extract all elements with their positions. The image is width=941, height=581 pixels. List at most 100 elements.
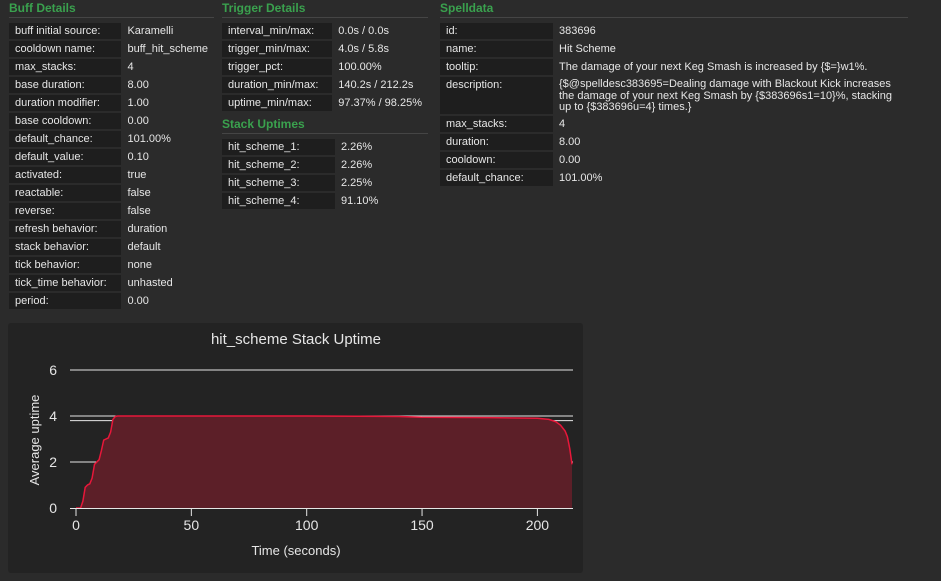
kv-key: reactable: [9,185,122,201]
kv-key: reverse: [9,203,122,219]
x-tick-label: 50 [184,517,200,533]
kv-row: refresh behavior: duration [9,221,214,237]
kv-row: default_chance: 101.00% [9,131,214,147]
kv-value: 4.0s / 5.8s [338,43,389,55]
section-title: Stack Uptimes [222,116,428,134]
kv-row: duration modifier: 1.00 [9,95,214,111]
kv-key: refresh behavior: [9,221,122,237]
kv-row: trigger_min/max: 4.0s / 5.8s [222,41,428,57]
kv-value: 4 [127,61,134,73]
kv-row: cooldown: 0.00 [440,151,903,168]
kv-key: trigger_pct: [222,59,333,75]
kv-value: 0.00 [127,295,149,307]
kv-row: base cooldown: 0.00 [9,113,214,129]
stack-uptimes-section: Stack Uptimes hit_scheme_1: 2.26% hit_sche… [222,116,428,211]
kv-row: hit_scheme_2: 2.26% [222,157,384,173]
kv-value: 140.2s / 212.2s [338,79,414,91]
kv-value: 100.00% [338,61,382,73]
kv-key: hit_scheme_3: [222,175,335,191]
kv-key: name: [440,41,553,57]
y-tick-label: 4 [49,408,57,424]
kv-value: Karamelli [127,25,174,37]
stack-uptime-chart-panel: hit_scheme Stack Uptime 0 2 4 6 0 50 100 150 200… [8,323,583,573]
kv-value: 0.0s / 0.0s [338,25,389,37]
kv-key: description: [440,77,553,114]
stack-uptime-chart: hit_scheme Stack Uptime 0 2 4 6 0 50 100 150 200… [27,331,573,558]
kv-row: cooldown name: buff_hit_scheme [9,41,214,57]
kv-value: 4 [559,117,566,130]
kv-row: default_chance: 101.00% [440,169,903,186]
kv-key: interval_min/max: [222,23,333,39]
kv-value: 2.26% [341,159,373,171]
stack-uptimes-table: hit_scheme_1: 2.26% hit_scheme_2: 2.26% hit_… [222,137,384,211]
kv-key: buff initial source: [9,23,122,39]
kv-key: duration: [440,133,553,150]
kv-key: base duration: [9,77,122,93]
kv-row: reactable: false [9,185,214,201]
kv-row: max_stacks: 4 [9,59,214,75]
kv-value: default [127,241,161,253]
kv-value: Hit Scheme [559,43,616,55]
kv-row: duration: 8.00 [440,133,903,150]
kv-value: {$@spelldesc383695=Dealing damage with B… [559,78,892,113]
buff-details-section: Buff Details buff initial source: Karamel… [9,0,214,311]
x-tick-label: 100 [295,517,319,533]
kv-value: 2.25% [341,177,373,189]
kv-value: buff_hit_scheme [127,43,208,55]
trigger-details-section: Trigger Details interval_min/max: 0.0s / … [222,0,428,113]
kv-key: default_chance: [9,131,122,147]
kv-value: 2.26% [341,141,373,153]
kv-value: The damage of your next Keg Smash is inc… [559,61,868,73]
kv-key: hit_scheme_4: [222,193,335,209]
kv-key: default_value: [9,149,122,165]
kv-value: none [127,259,152,271]
section-title: Trigger Details [222,0,428,18]
kv-row: buff initial source: Karamelli [9,23,214,39]
kv-row: interval_min/max: 0.0s / 0.0s [222,23,428,39]
trigger-details-table: interval_min/max: 0.0s / 0.0s trigger_min/… [222,21,428,113]
y-tick-label: 6 [49,362,57,378]
kv-value: duration [127,223,168,235]
kv-value: 91.10% [341,195,379,207]
kv-key: max_stacks: [9,59,122,75]
kv-key: trigger_min/max: [222,41,333,57]
kv-key: base cooldown: [9,113,122,129]
chart-title: hit_scheme Stack Uptime [211,331,381,348]
kv-key: activated: [9,167,122,183]
kv-key: tooltip: [440,59,553,75]
spelldata-table: id: 383696 name: Hit Scheme tooltip: The dama… [440,21,903,188]
kv-row: stack behavior: default [9,239,214,255]
kv-row: description: {$@spelldesc383695=Dealing d… [440,77,903,114]
kv-row: max_stacks: 4 [440,115,903,132]
kv-value: false [127,187,151,199]
kv-key: hit_scheme_1: [222,139,335,155]
kv-row: activated: true [9,167,214,183]
y-tick-label: 2 [49,454,57,470]
kv-value: 1.00 [127,97,149,109]
kv-value: 101.00% [559,171,603,184]
kv-key: duration_min/max: [222,77,333,93]
kv-key: cooldown name: [9,41,122,57]
y-axis-label: Average uptime [27,395,42,486]
x-tick-label: 150 [410,517,434,533]
kv-value: 8.00 [127,79,149,91]
kv-row: duration_min/max: 140.2s / 212.2s [222,77,428,93]
kv-value: false [127,205,151,217]
kv-row: reverse: false [9,203,214,219]
kv-value: true [127,169,147,181]
x-tick-label: 200 [526,517,550,533]
y-tick-label: 0 [49,500,57,516]
x-tick-label: 0 [72,517,80,533]
kv-key: period: [9,293,122,309]
kv-row: hit_scheme_3: 2.25% [222,175,384,191]
kv-key: duration modifier: [9,95,122,111]
kv-value: unhasted [127,277,173,289]
section-title: Buff Details [9,0,214,18]
uptime-area [76,416,572,508]
kv-row: tooltip: The damage of your next Keg Smas… [440,59,903,75]
kv-key: cooldown: [440,151,553,168]
kv-value: 0.00 [127,115,149,127]
kv-row: tick behavior: none [9,257,214,273]
kv-key: hit_scheme_2: [222,157,335,173]
kv-row: uptime_min/max: 97.37% / 98.25% [222,95,428,111]
